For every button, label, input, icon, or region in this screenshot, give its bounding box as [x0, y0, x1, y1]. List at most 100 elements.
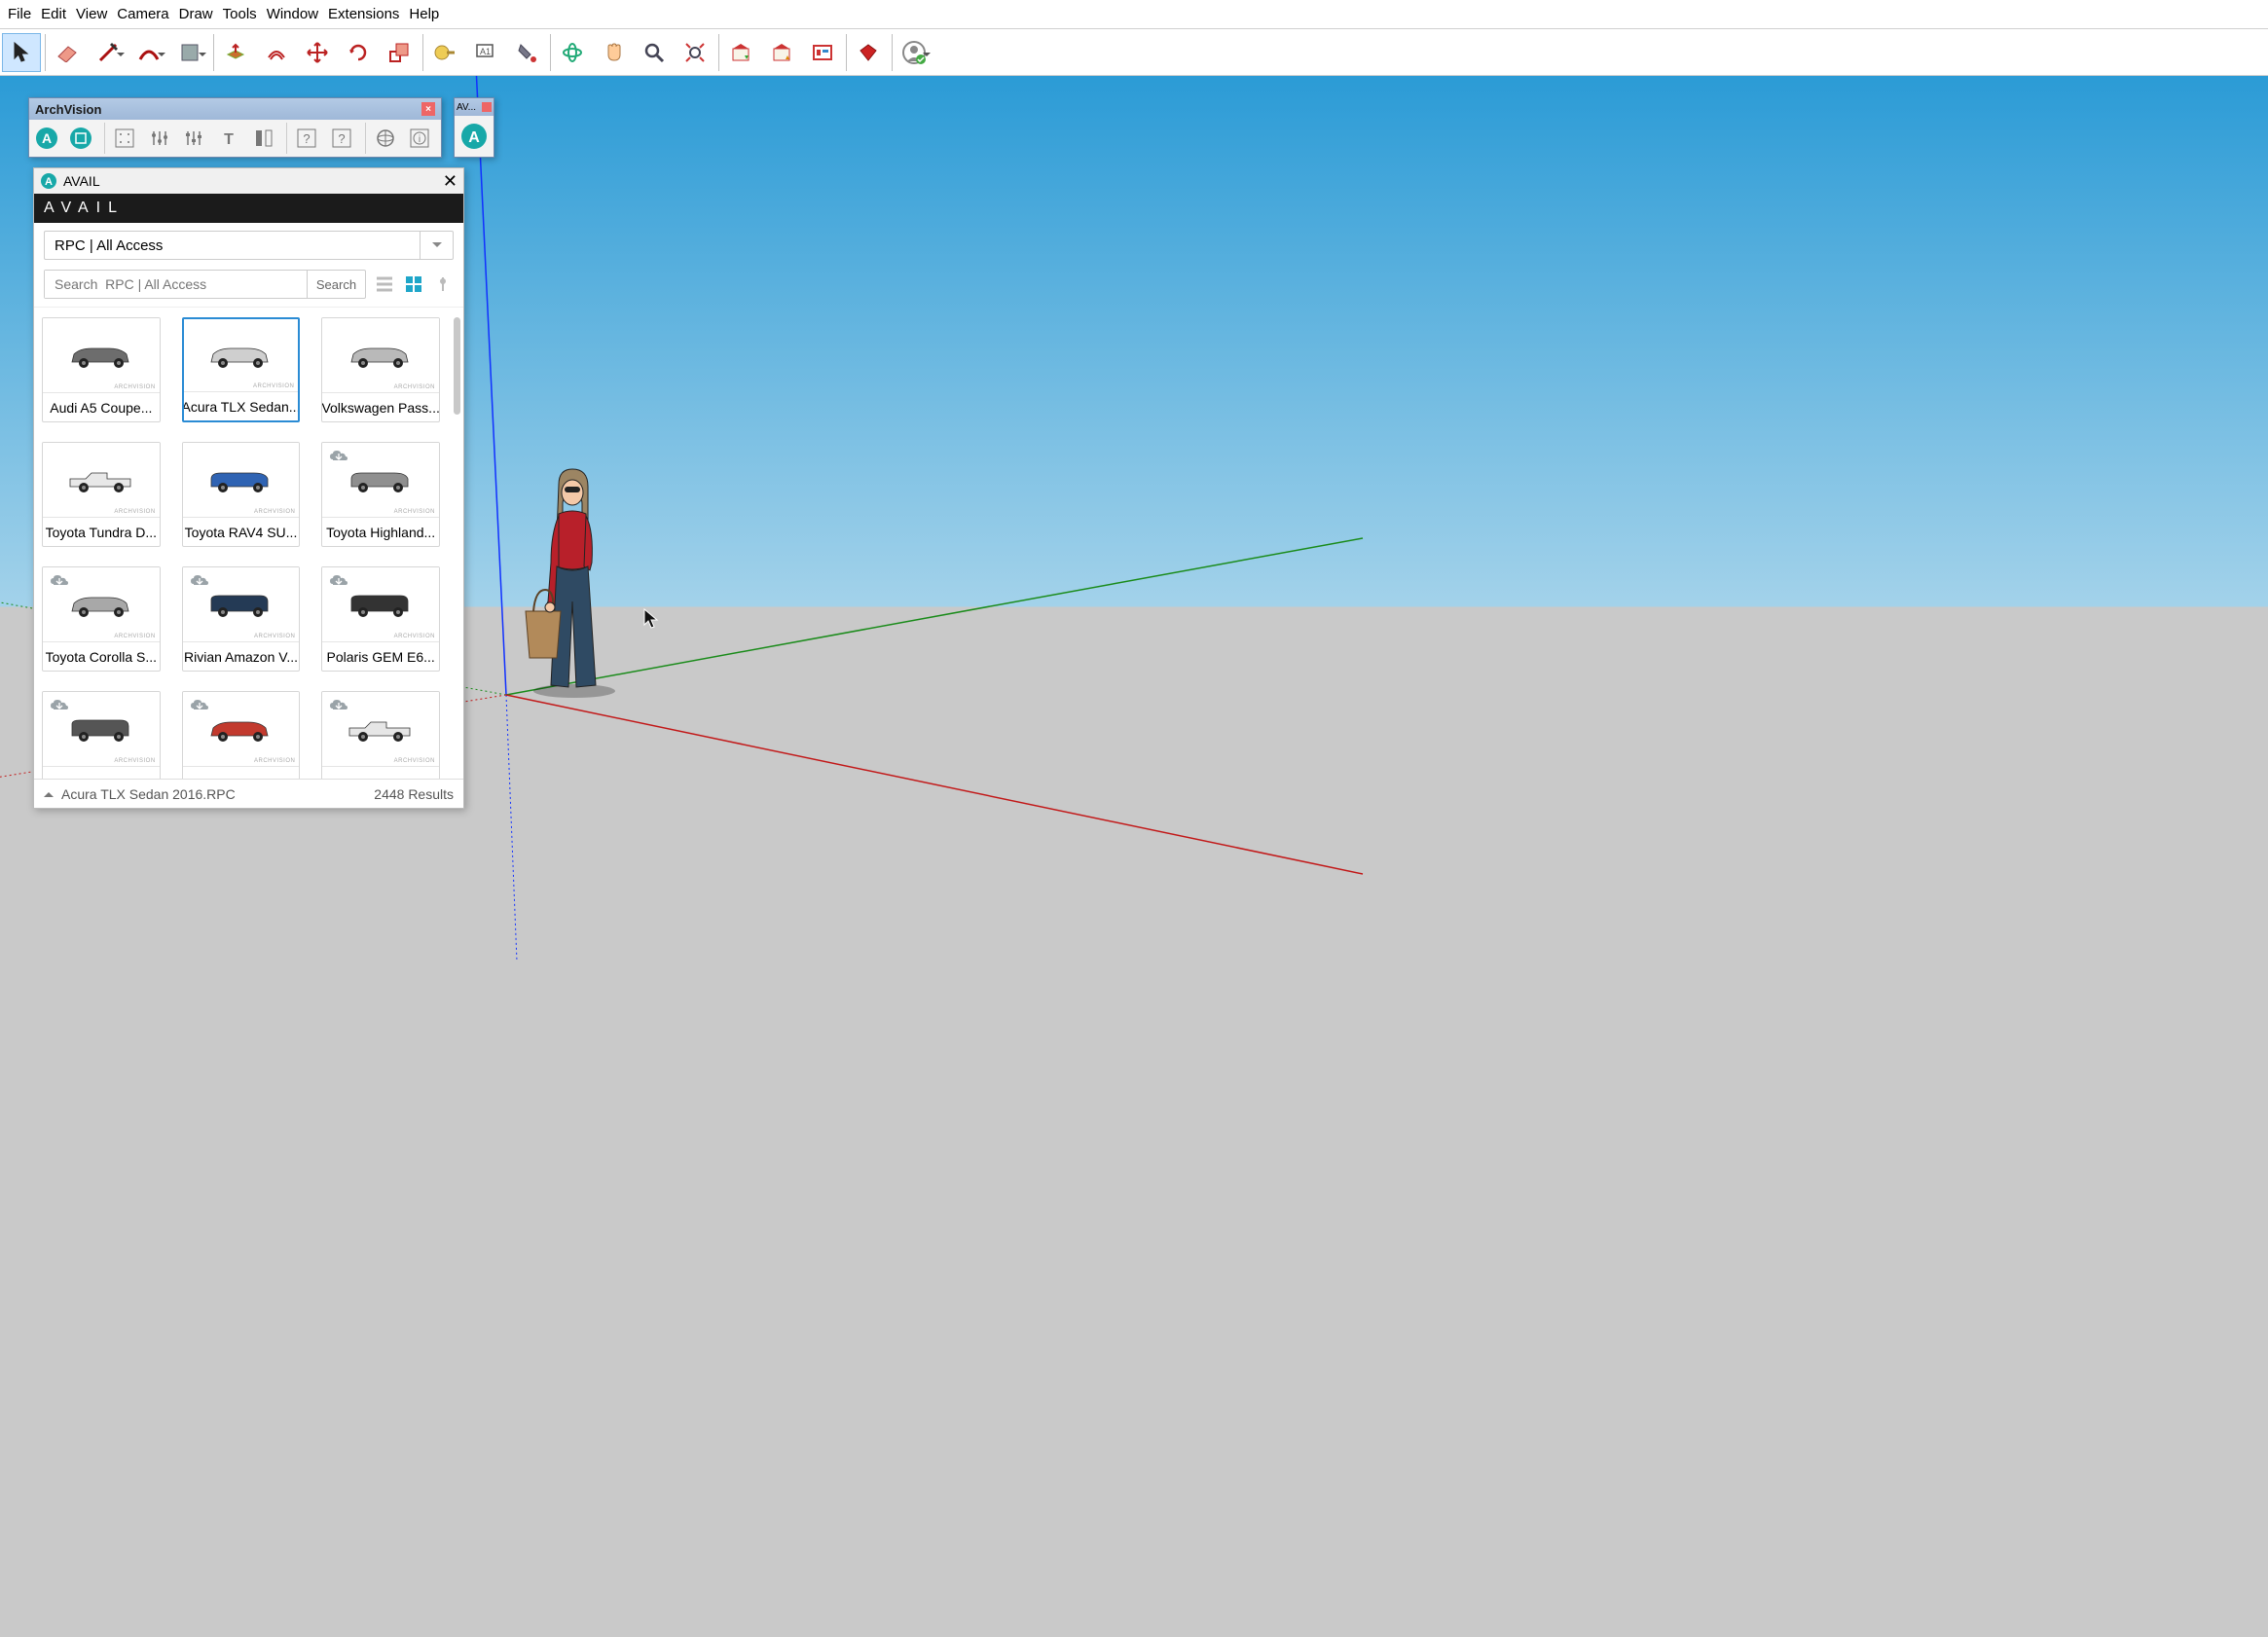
menu-file[interactable]: File	[8, 6, 31, 22]
scale-figure	[516, 465, 623, 699]
result-thumbnail: ARCHVISION	[183, 692, 300, 766]
menu-camera[interactable]: Camera	[117, 6, 168, 22]
cursor-icon	[642, 608, 660, 630]
result-card[interactable]: ARCHVISIONAcura TLX Sedan...	[182, 317, 301, 422]
result-thumbnail: ARCHVISION	[43, 318, 160, 392]
av-globe-icon[interactable]	[370, 123, 401, 154]
avail-brand-text: AVAIL	[44, 200, 125, 217]
av-info-icon[interactable]: i	[404, 123, 435, 154]
av-logo-a-icon[interactable]: A	[460, 123, 488, 150]
warehouse-send-tool[interactable]	[762, 33, 801, 72]
menu-edit[interactable]: Edit	[41, 6, 66, 22]
result-card[interactable]: ARCHVISION	[182, 691, 301, 779]
close-icon[interactable]	[482, 102, 492, 112]
pan-tool[interactable]	[594, 33, 633, 72]
eraser-tool[interactable]	[48, 33, 87, 72]
search-input[interactable]	[45, 271, 307, 298]
svg-text:A: A	[468, 129, 480, 146]
result-thumbnail: ARCHVISION	[322, 692, 439, 766]
menu-draw[interactable]: Draw	[179, 6, 213, 22]
text-tool[interactable]: A1	[466, 33, 505, 72]
av-mini-titlebar[interactable]: AV...	[455, 98, 494, 116]
result-card[interactable]: ARCHVISIONToyota Highland...	[321, 442, 440, 547]
warehouse-get-tool[interactable]	[721, 33, 760, 72]
search-button[interactable]: Search	[307, 271, 365, 298]
result-card[interactable]: ARCHVISIONAudi A5 Coupe...	[42, 317, 161, 422]
result-label: Rivian Amazon V...	[183, 641, 300, 671]
result-card[interactable]: ARCHVISIONToyota RAV4 SU...	[182, 442, 301, 547]
av-text-icon[interactable]: T	[213, 123, 244, 154]
view-list-icon[interactable]	[374, 273, 395, 295]
result-label: Polaris GEM E6...	[322, 641, 439, 671]
result-label: Toyota Tundra D...	[43, 517, 160, 546]
paint-tool[interactable]	[507, 33, 546, 72]
watermark: ARCHVISION	[114, 634, 155, 639]
collection-select[interactable]: RPC | All Access	[44, 231, 454, 260]
result-card[interactable]: ARCHVISIONVolkswagen Pass...	[321, 317, 440, 422]
av-sliders-icon[interactable]	[144, 123, 175, 154]
menu-view[interactable]: View	[76, 6, 107, 22]
result-card[interactable]: ARCHVISION Polaris GEM E6...	[321, 566, 440, 672]
chevron-up-icon[interactable]	[44, 787, 54, 797]
cloud-download-icon	[189, 698, 210, 711]
view-grid-icon[interactable]	[403, 273, 424, 295]
av-columns-icon[interactable]	[248, 123, 279, 154]
av-logo-a-icon[interactable]: A	[31, 123, 62, 154]
account-tool[interactable]	[895, 33, 933, 72]
scale-tool[interactable]	[380, 33, 419, 72]
result-thumbnail: ARCHVISION	[183, 567, 300, 641]
av-mini-panel[interactable]: AV... A	[454, 97, 494, 158]
arc-tool[interactable]	[129, 33, 168, 72]
ruby-tool[interactable]	[849, 33, 888, 72]
orbit-tool[interactable]	[553, 33, 592, 72]
menu-tools[interactable]: Tools	[223, 6, 257, 22]
line-tool[interactable]	[89, 33, 128, 72]
av-help1-icon[interactable]: ?	[291, 123, 322, 154]
menu-help[interactable]: Help	[409, 6, 439, 22]
extension-warehouse-tool[interactable]	[803, 33, 842, 72]
archvision-toolbar[interactable]: ArchVision × A T ? ?	[28, 97, 442, 158]
result-card[interactable]: ARCHVISIONRivian Amazon V...	[182, 566, 301, 672]
menu-window[interactable]: Window	[267, 6, 318, 22]
collection-value: RPC | All Access	[45, 232, 420, 259]
zoom-extents-tool[interactable]	[676, 33, 714, 72]
watermark: ARCHVISION	[394, 509, 435, 515]
view-settings-icon[interactable]	[432, 273, 454, 295]
avail-panel[interactable]: A AVAIL ✕ AVAIL RPC | All Access Search	[33, 167, 464, 809]
avail-results-grid: ARCHVISIONAudi A5 Coupe... ARCHVISIONAcu…	[34, 308, 463, 779]
av-sliders2-icon[interactable]	[179, 123, 210, 154]
chevron-down-icon[interactable]	[420, 232, 453, 259]
menu-extensions[interactable]: Extensions	[328, 6, 399, 22]
scrollbar-thumb[interactable]	[454, 317, 460, 415]
av-help2-icon[interactable]: ?	[326, 123, 357, 154]
zoom-tool[interactable]	[635, 33, 674, 72]
avail-titlebar[interactable]: A AVAIL ✕	[34, 168, 463, 194]
archvision-titlebar[interactable]: ArchVision ×	[29, 98, 441, 120]
result-card[interactable]: ARCHVISION	[321, 691, 440, 779]
watermark: ARCHVISION	[394, 634, 435, 639]
pushpull-tool[interactable]	[216, 33, 255, 72]
result-thumbnail: ARCHVISION	[322, 318, 439, 392]
watermark: ARCHVISION	[114, 384, 155, 390]
rotate-tool[interactable]	[339, 33, 378, 72]
watermark: ARCHVISION	[114, 509, 155, 515]
cloud-download-icon	[49, 698, 70, 711]
shape-tool[interactable]	[170, 33, 209, 72]
av-grid-icon[interactable]	[109, 123, 140, 154]
result-thumbnail: ARCHVISION	[322, 567, 439, 641]
tape-tool[interactable]	[425, 33, 464, 72]
close-icon[interactable]: ×	[421, 102, 435, 116]
close-icon[interactable]: ✕	[443, 171, 457, 192]
menu-bar: File Edit View Camera Draw Tools Window Extensi…	[0, 0, 2268, 28]
av-catalog-icon[interactable]	[66, 123, 97, 154]
archvision-tool-row: A T ? ? i	[29, 120, 441, 157]
result-card[interactable]: ARCHVISION Toyota Tundra D...	[42, 442, 161, 547]
offset-tool[interactable]	[257, 33, 296, 72]
move-tool[interactable]	[298, 33, 337, 72]
svg-text:A: A	[45, 176, 53, 188]
result-card[interactable]: ARCHVISION	[42, 691, 161, 779]
select-tool[interactable]	[2, 33, 41, 72]
status-filename: Acura TLX Sedan 2016.RPC	[61, 786, 236, 802]
result-card[interactable]: ARCHVISIONToyota Corolla S...	[42, 566, 161, 672]
result-thumbnail: ARCHVISION	[184, 319, 299, 391]
